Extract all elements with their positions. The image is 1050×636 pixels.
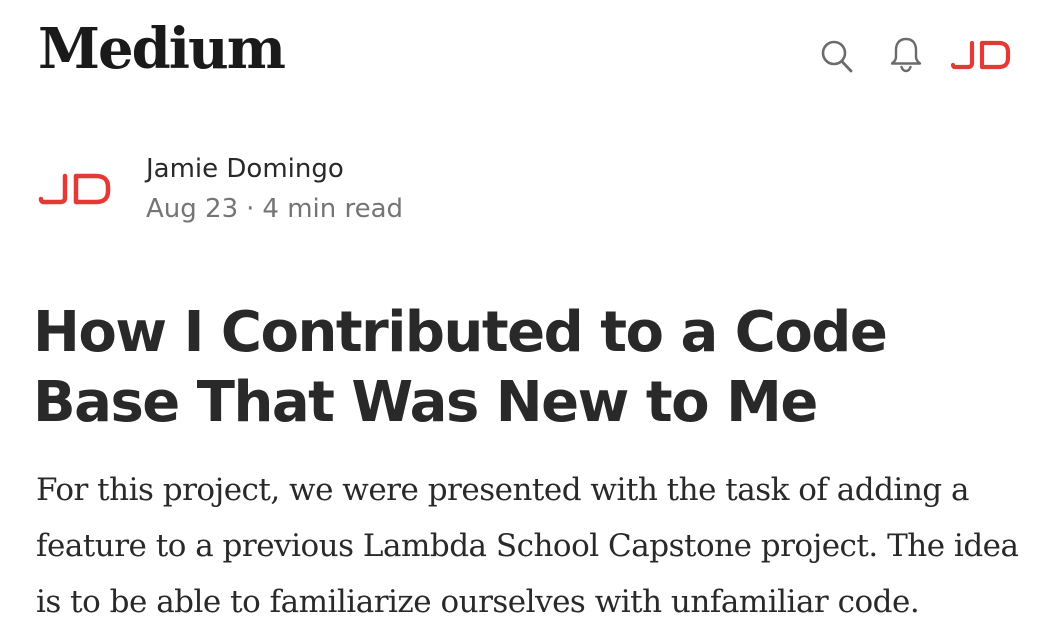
post-meta: Aug 23 · 4 min read [146, 194, 403, 224]
search-icon[interactable] [820, 38, 854, 74]
article-title: How I Contributed to a Code Base That Wa… [33, 300, 888, 435]
bell-icon[interactable] [888, 36, 924, 74]
user-avatar[interactable] [950, 40, 1012, 70]
medium-logo[interactable]: Medium [38, 14, 286, 84]
author-name[interactable]: Jamie Domingo [146, 154, 344, 184]
read-time: 4 min read [262, 194, 404, 224]
post-date: Aug 23 [146, 194, 239, 224]
author-byline: Jamie Domingo Aug 23 · 4 min read [36, 150, 636, 240]
top-bar: Medium [0, 0, 1050, 110]
meta-separator: · [246, 194, 255, 224]
author-avatar[interactable] [38, 172, 112, 206]
article-intro: For this project, we were presented with… [36, 472, 1019, 620]
